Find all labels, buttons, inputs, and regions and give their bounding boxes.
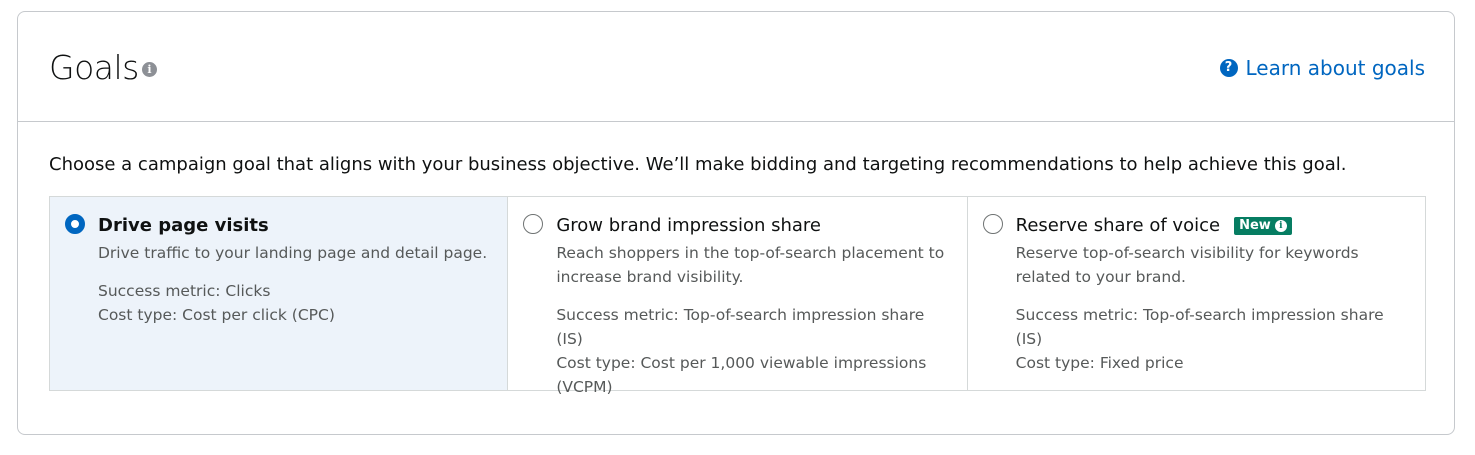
option-meta: Success metric: Top-of-search impression… xyxy=(1016,303,1406,375)
option-description: Reach shoppers in the top-of-search plac… xyxy=(556,244,945,286)
option-description: Reserve top-of-search visibility for key… xyxy=(1015,244,1359,286)
success-metric: Success metric: Top-of-search impression… xyxy=(556,306,925,348)
radio-reserve-share-of-voice[interactable] xyxy=(982,214,1003,234)
new-badge[interactable]: New i xyxy=(1234,217,1292,235)
info-icon: i xyxy=(1274,220,1287,232)
goals-description: Choose a campaign goal that aligns with … xyxy=(49,154,1347,175)
question-circle-icon: ? xyxy=(1219,59,1238,77)
new-badge-label: New xyxy=(1239,218,1271,233)
page-title: Goals xyxy=(49,48,139,87)
option-meta: Success metric: Clicks Cost type: Cost p… xyxy=(98,279,488,327)
option-title: Grow brand impression share xyxy=(556,215,821,236)
cost-type: Cost type: Cost per 1,000 viewable impre… xyxy=(556,354,927,396)
goal-option-grow-brand-impression-share[interactable]: Grow brand impression share Reach shoppe… xyxy=(508,197,968,396)
goal-options: Drive page visits Drive traffic to your … xyxy=(49,196,1426,396)
learn-link-label: Learn about goals xyxy=(1245,56,1425,80)
option-title-row: Reserve share of voice New i xyxy=(1016,214,1292,238)
option-title: Reserve share of voice xyxy=(1015,215,1221,236)
cost-type: Cost type: Cost per click (CPC) xyxy=(98,306,335,324)
radio-grow-brand-impression-share[interactable] xyxy=(523,214,544,234)
cost-type: Cost type: Fixed price xyxy=(1015,354,1184,372)
goals-card: Goals i ? Learn about goals Choose a cam… xyxy=(17,11,1455,435)
option-meta: Success metric: Top-of-search impression… xyxy=(556,303,946,399)
radio-drive-page-visits[interactable] xyxy=(65,214,85,234)
goal-option-drive-page-visits[interactable]: Drive page visits Drive traffic to your … xyxy=(50,197,509,390)
goal-option-reserve-share-of-voice[interactable]: Reserve share of voice New i Reserve top… xyxy=(968,197,1425,390)
option-description: Drive traffic to your landing page and d… xyxy=(98,244,488,262)
option-title: Drive page visits xyxy=(98,215,269,236)
info-icon[interactable]: i xyxy=(142,62,157,77)
goals-header: Goals i ? Learn about goals xyxy=(18,12,1454,122)
success-metric: Success metric: Top-of-search impression… xyxy=(1015,306,1384,348)
learn-about-goals-link[interactable]: ? Learn about goals xyxy=(1219,55,1425,81)
success-metric: Success metric: Clicks xyxy=(98,282,271,300)
